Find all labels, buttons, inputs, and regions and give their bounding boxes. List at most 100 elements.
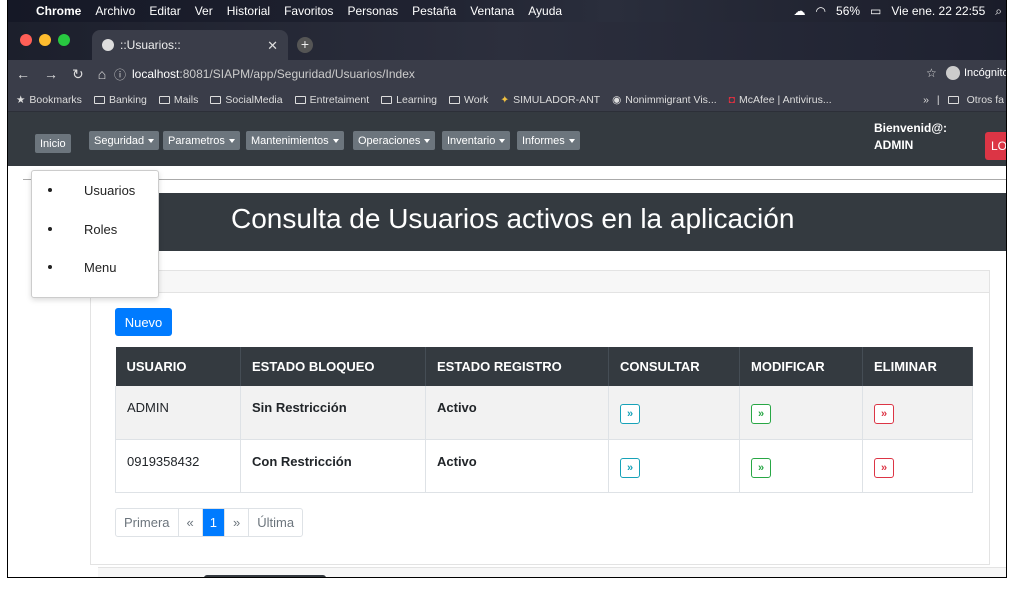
cell-consultar: » <box>608 439 740 493</box>
bookmark-item[interactable]: ✦ SIMULADOR-ANT <box>500 94 600 106</box>
bookmarks-bar: ★ Bookmarks Banking Mails SocialMedia Ent… <box>8 88 1006 112</box>
cell-modificar: » <box>739 386 863 440</box>
close-window-icon[interactable] <box>20 34 32 46</box>
browser-tab[interactable]: ::Usuarios:: ✕ <box>92 30 288 60</box>
nav-seguridad[interactable]: Seguridad <box>89 131 160 150</box>
mac-menubar: Chrome Archivo Editar Ver Historial Favo… <box>8 0 1006 22</box>
welcome-label: Bienvenid@: <box>874 121 948 135</box>
nav-mantenimientos[interactable]: Mantenimientos <box>246 131 344 150</box>
site-icon: ◘ <box>728 93 736 106</box>
bookmark-item[interactable]: SocialMedia <box>210 93 283 106</box>
menubar-item[interactable]: Ventana <box>470 4 514 18</box>
cloud-icon[interactable]: ☁ <box>794 4 806 18</box>
bookmark-item[interactable]: Entretaiment <box>294 93 370 106</box>
nav-informes[interactable]: Informes <box>517 131 580 150</box>
folder-icon <box>158 95 170 104</box>
minimize-window-icon[interactable] <box>39 34 51 46</box>
welcome-user: ADMIN <box>874 138 914 152</box>
browser-toolbar: ← → ↻ ⌂ ⓘ localhost:8081/SIAPM/app/Segur… <box>8 60 1006 88</box>
menu-item-roles[interactable]: Roles <box>32 219 158 239</box>
star-icon: ★ <box>16 93 26 106</box>
menu-item-menu[interactable]: Menu <box>32 257 158 277</box>
search-icon[interactable]: ⌕ <box>995 4 1002 19</box>
cell-registro: Activo <box>425 386 609 440</box>
address-bar[interactable]: ⓘ localhost:8081/SIAPM/app/Seguridad/Usu… <box>106 63 926 85</box>
cell-modificar: » <box>739 439 863 493</box>
page-prev[interactable]: « <box>179 509 203 536</box>
clock[interactable]: Vie ene. 22 22:55 <box>891 4 985 18</box>
bookmark-item[interactable]: ◉ Nonimmigrant Vis... <box>612 94 717 106</box>
page-next[interactable]: » <box>225 509 250 536</box>
bookmark-item[interactable]: ★ Bookmarks <box>16 94 82 106</box>
folder-icon <box>294 95 306 104</box>
menubar-item[interactable]: Archivo <box>95 4 135 18</box>
bookmarks-more-icon[interactable]: » <box>923 94 929 106</box>
menubar-item[interactable]: Ayuda <box>528 4 562 18</box>
close-tab-icon[interactable]: ✕ <box>267 38 278 54</box>
menubar-item[interactable]: Pestaña <box>412 4 456 18</box>
new-button[interactable]: Nuevo <box>115 308 172 336</box>
new-tab-icon[interactable]: + <box>297 37 313 53</box>
bookmark-item[interactable]: Banking <box>93 94 147 106</box>
battery-percent[interactable]: 56% <box>836 4 860 18</box>
forward-icon[interactable]: → <box>44 66 58 83</box>
nav-label: Inventario <box>447 134 496 147</box>
modificar-button[interactable]: » <box>751 457 771 478</box>
bookmark-item[interactable]: Mails <box>158 94 198 106</box>
nav-operaciones[interactable]: Operaciones <box>353 131 436 150</box>
cell-usuario: 0919358432 <box>115 439 241 493</box>
logout-button[interactable]: LOG <box>985 132 1006 160</box>
menubar-item[interactable]: Ver <box>195 4 213 18</box>
menubar-item[interactable]: Favoritos <box>284 4 333 18</box>
bookmark-item[interactable]: Learning <box>381 94 437 106</box>
cell-eliminar: » <box>862 386 973 440</box>
bookmark-item[interactable]: Work <box>449 94 488 106</box>
profile-button[interactable]: Incógnito <box>946 66 1006 80</box>
back-icon[interactable]: ← <box>16 66 30 83</box>
modificar-button[interactable]: » <box>751 404 771 424</box>
bookmark-label: Bookmarks <box>29 93 82 106</box>
bookmark-label: SocialMedia <box>225 93 283 106</box>
info-icon[interactable]: ⓘ <box>114 66 126 83</box>
nav-label: Parametros <box>168 134 225 147</box>
reload-icon[interactable]: ↻ <box>72 66 84 83</box>
page-title: Consulta de Usuarios activos en la aplic… <box>231 203 795 234</box>
eliminar-button[interactable]: » <box>874 457 894 478</box>
eliminar-button[interactable]: » <box>874 404 894 424</box>
folder-icon <box>210 95 222 104</box>
window-controls <box>20 34 70 46</box>
url-host: localhost <box>132 67 180 81</box>
col-usuario: USUARIO <box>115 347 241 386</box>
menu-item-usuarios[interactable]: Usuarios <box>32 180 158 200</box>
bookmark-label: SIMULADOR-ANT <box>513 93 601 106</box>
bookmark-label: Entretaiment <box>309 93 370 106</box>
nav-inventario[interactable]: Inventario <box>442 131 511 150</box>
page-current[interactable]: 1 <box>202 509 225 536</box>
seguridad-dropdown-menu: Usuarios Roles Menu <box>31 170 159 298</box>
page-first[interactable]: Primera <box>116 509 179 536</box>
wifi-icon[interactable]: ◠ <box>816 4 826 18</box>
nav-inicio[interactable]: Inicio <box>35 134 71 153</box>
menubar-app-name[interactable]: Chrome <box>36 4 81 18</box>
bookmark-star-icon[interactable]: ☆ <box>926 66 937 80</box>
home-icon[interactable]: ⌂ <box>98 66 106 83</box>
divider <box>23 179 1006 180</box>
bookmark-item[interactable]: ◘ McAfee | Antivirus... <box>729 94 832 106</box>
table-header-row: USUARIO ESTADO BLOQUEO ESTADO REGISTRO C… <box>115 347 973 386</box>
menubar-item[interactable]: Historial <box>227 4 270 18</box>
nav-buttons: ← → ↻ ⌂ <box>16 66 106 83</box>
maximize-window-icon[interactable] <box>58 34 70 46</box>
consultar-button[interactable]: » <box>620 457 640 478</box>
consultar-button[interactable]: » <box>620 404 640 424</box>
bookmark-label: Nonimmigrant Vis... <box>625 93 717 106</box>
page-last[interactable]: Última <box>249 509 302 536</box>
app-navbar: Inicio Seguridad Parametros Mantenimient… <box>8 112 1006 166</box>
nav-label: Operaciones <box>358 134 421 147</box>
footer-card <box>98 567 1006 577</box>
other-bookmarks[interactable]: Otros fa <box>967 94 1004 106</box>
menubar-item[interactable]: Editar <box>149 4 180 18</box>
folder-icon <box>381 95 393 104</box>
menubar-item[interactable]: Personas <box>347 4 398 18</box>
nav-parametros[interactable]: Parametros <box>163 131 240 150</box>
tab-strip: ::Usuarios:: ✕ + <box>8 22 1006 60</box>
